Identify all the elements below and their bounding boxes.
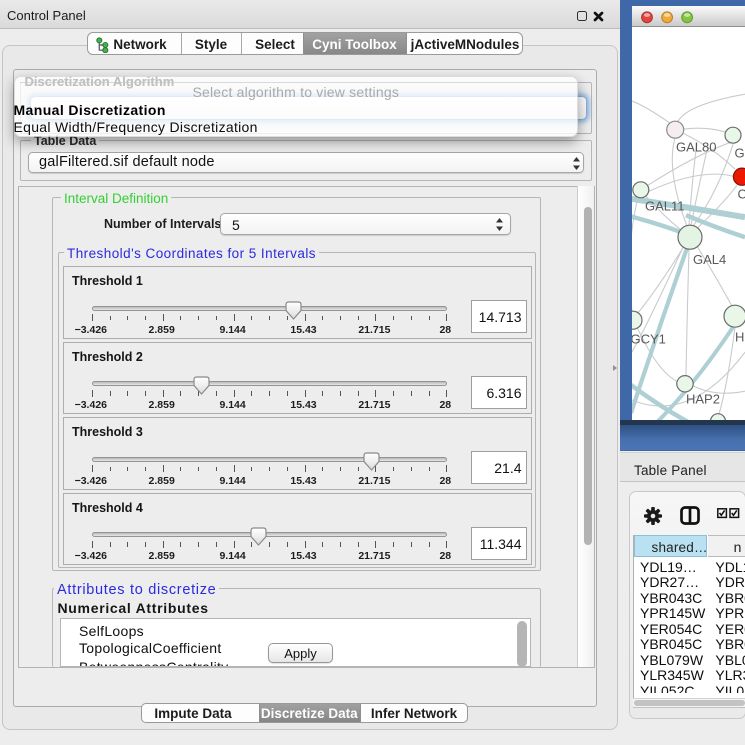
svg-text:GAL4: GAL4 [693, 252, 726, 267]
svg-text:HAP2: HAP2 [686, 392, 720, 407]
svg-text:G.: G. [735, 146, 745, 161]
svg-text:GAL11: GAL11 [645, 199, 685, 214]
svg-text:GCY1: GCY1 [632, 332, 666, 347]
svg-text:GAL80: GAL80 [676, 140, 716, 155]
svg-text:H: H [735, 330, 744, 345]
svg-text:C: C [738, 187, 745, 202]
